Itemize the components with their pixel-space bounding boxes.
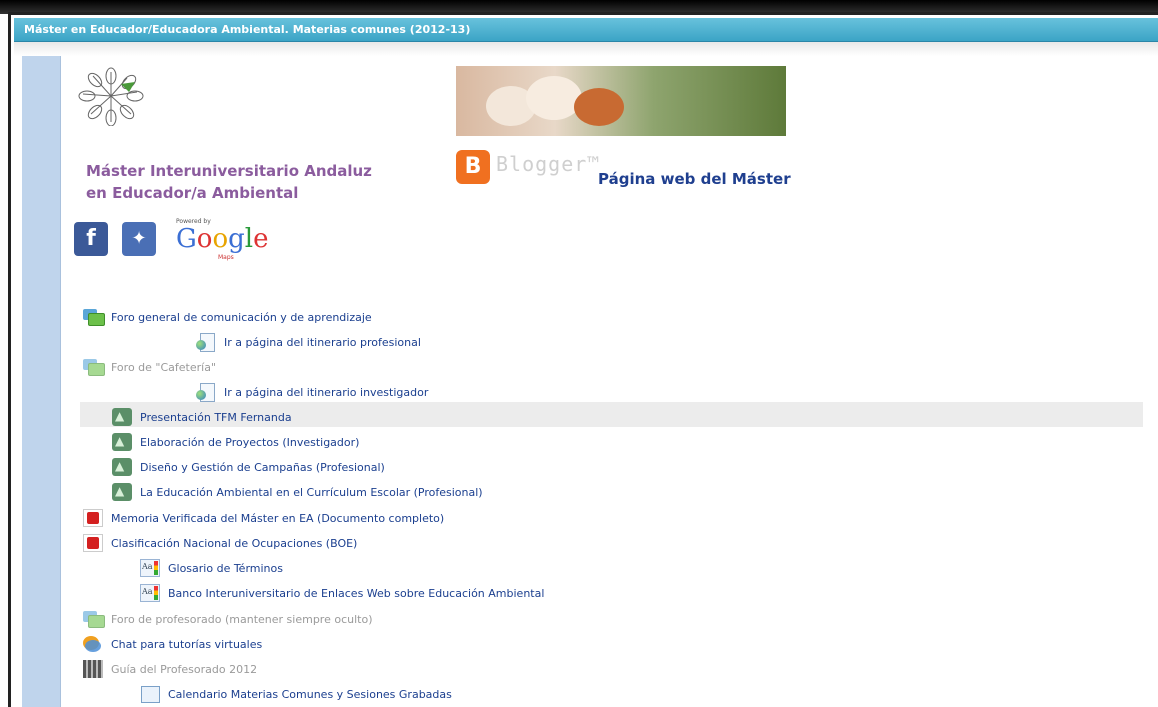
chat-icon: [83, 635, 103, 653]
program-title-line1: Máster Interuniversitario Andaluz: [86, 162, 372, 180]
master-website-link[interactable]: Página web del Máster: [598, 170, 791, 188]
powered-by-label: Powered by: [176, 218, 211, 225]
resource-link[interactable]: Foro de profesorado (mantener siempre oc…: [111, 613, 372, 626]
glossary-icon: [140, 584, 160, 602]
glossary-icon: [140, 559, 160, 577]
calendar-icon: [140, 685, 160, 703]
list-item[interactable]: Foro de "Cafetería": [83, 355, 216, 379]
list-item[interactable]: Memoria Verificada del Máster en EA (Doc…: [83, 506, 444, 530]
resource-link[interactable]: Clasificación Nacional de Ocupaciones (B…: [111, 537, 357, 550]
resource-link[interactable]: Diseño y Gestión de Campañas (Profesiona…: [140, 461, 385, 474]
google-maps-logo[interactable]: Powered by Google Maps: [176, 218, 268, 261]
pdf-icon: [83, 509, 103, 527]
people-icon: [112, 458, 132, 476]
list-item[interactable]: Diseño y Gestión de Campañas (Profesiona…: [112, 455, 385, 479]
resource-link[interactable]: Chat para tutorías virtuales: [111, 638, 262, 651]
list-item[interactable]: Banco Interuniversitario de Enlaces Web …: [140, 581, 544, 605]
resource-link[interactable]: Foro general de comunicación y de aprend…: [111, 311, 372, 324]
resource-link[interactable]: Calendario Materias Comunes y Sesiones G…: [168, 688, 452, 701]
eggs-banner-image: [456, 66, 786, 136]
list-item[interactable]: Presentación TFM Fernanda: [112, 405, 292, 429]
pdf-icon: [83, 534, 103, 552]
list-item[interactable]: Glosario de Términos: [140, 556, 283, 580]
forum-icon: [83, 358, 105, 376]
program-logo: [78, 67, 144, 126]
list-item[interactable]: Clasificación Nacional de Ocupaciones (B…: [83, 531, 357, 555]
list-item[interactable]: La Educación Ambiental en el Currículum …: [112, 480, 483, 504]
maps-label: Maps: [218, 254, 234, 261]
window-title: Máster en Educador/Educadora Ambiental. …: [14, 18, 1158, 42]
resource-link[interactable]: Ir a página del itinerario investigador: [224, 386, 428, 399]
program-title: Máster Interuniversitario Andaluz en Edu…: [86, 160, 372, 204]
resource-link[interactable]: Ir a página del itinerario profesional: [224, 336, 421, 349]
resource-link[interactable]: Guía del Profesorado 2012: [111, 663, 257, 676]
people-icon: [112, 483, 132, 501]
resource-link[interactable]: Glosario de Términos: [168, 562, 283, 575]
resource-link[interactable]: Elaboración de Proyectos (Investigador): [140, 436, 359, 449]
list-item[interactable]: Ir a página del itinerario investigador: [196, 380, 428, 404]
list-item[interactable]: Ir a página del itinerario profesional: [196, 330, 421, 354]
twitter-icon[interactable]: ✦: [122, 222, 156, 256]
people-icon: [112, 433, 132, 451]
resource-link[interactable]: Memoria Verificada del Máster en EA (Doc…: [111, 512, 444, 525]
forum-icon: [83, 610, 105, 628]
program-title-line2: en Educador/a Ambiental: [86, 184, 299, 202]
list-item[interactable]: Chat para tutorías virtuales: [83, 632, 262, 656]
list-item[interactable]: Foro de profesorado (mantener siempre oc…: [83, 607, 372, 631]
list-item[interactable]: Foro general de comunicación y de aprend…: [83, 305, 372, 329]
blogger-icon[interactable]: B: [456, 150, 490, 184]
list-item[interactable]: Calendario Materias Comunes y Sesiones G…: [140, 682, 452, 706]
resource-link[interactable]: La Educación Ambiental en el Currículum …: [140, 486, 483, 499]
left-column: [22, 56, 61, 707]
forum-icon: [83, 308, 105, 326]
facebook-icon[interactable]: f: [74, 222, 108, 256]
guide-icon: [83, 660, 103, 678]
egg-shape: [574, 88, 624, 126]
list-item[interactable]: Elaboración de Proyectos (Investigador): [112, 430, 359, 454]
list-item[interactable]: Guía del Profesorado 2012: [83, 657, 257, 681]
title-shadow: [14, 42, 1158, 56]
resource-link[interactable]: Foro de "Cafetería": [111, 361, 216, 374]
blogger-wordmark: Blogger™: [496, 152, 601, 176]
egg-shape: [526, 76, 582, 120]
resource-link[interactable]: Presentación TFM Fernanda: [140, 411, 292, 424]
page-icon: [196, 383, 216, 402]
resource-link[interactable]: Banco Interuniversitario de Enlaces Web …: [168, 587, 544, 600]
page-icon: [196, 333, 216, 352]
people-icon: [112, 408, 132, 426]
